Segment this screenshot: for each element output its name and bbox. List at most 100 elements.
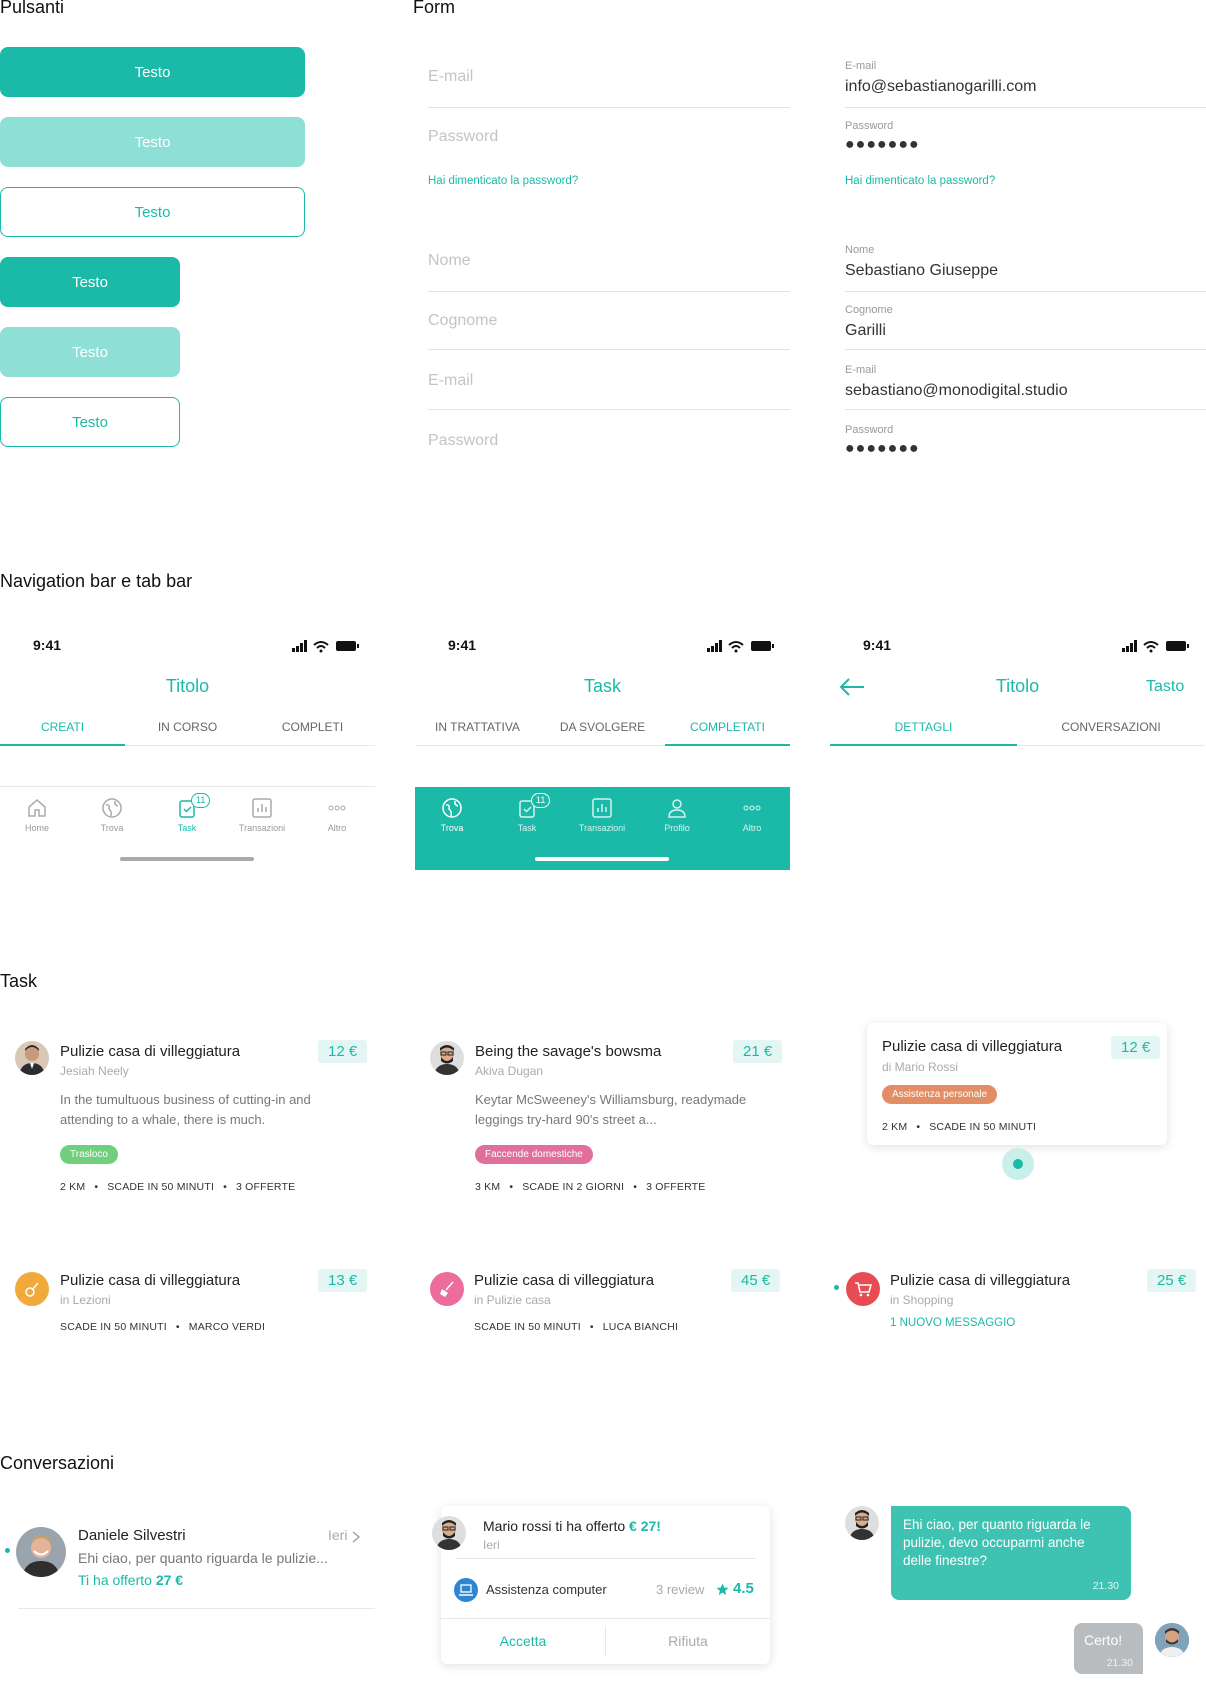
task-tag[interactable]: Faccende domestiche: [475, 1144, 593, 1164]
map-pin-dot: [1013, 1159, 1023, 1169]
cognome-field-filled[interactable]: Cognome Garilli: [845, 304, 1206, 350]
reject-button[interactable]: Rifiuta: [606, 1626, 770, 1656]
tabbar-item-task[interactable]: Task 11: [157, 793, 217, 833]
tabbar-label: Task: [177, 823, 197, 833]
tabbar-item-transazioni[interactable]: Transazioni: [572, 797, 632, 833]
tabbar-label: Altro: [327, 823, 347, 833]
unread-dot: [5, 1548, 10, 1553]
nome-field-filled[interactable]: Nome Sebastiano Giuseppe: [845, 244, 1206, 292]
task-price: 12 €: [1111, 1036, 1161, 1059]
task-description: In the tumultuous business of cutting-in…: [60, 1092, 311, 1127]
primary-button-small[interactable]: Testo: [0, 257, 180, 307]
email-field-filled[interactable]: E-mail info@sebastianogarilli.com: [845, 60, 1206, 108]
outline-button-large[interactable]: Testo: [0, 187, 305, 237]
tab-completati[interactable]: COMPLETATI: [665, 720, 790, 734]
password-field-filled[interactable]: Password ●●●●●●●: [845, 120, 1206, 160]
tab-creati[interactable]: CREATI: [0, 720, 125, 734]
map-pin[interactable]: [1002, 1148, 1034, 1180]
tabbar-item-home[interactable]: Home: [7, 797, 67, 833]
tab-conversazioni[interactable]: CONVERSAZIONI: [1017, 720, 1205, 734]
disabled-button-small[interactable]: Testo: [0, 327, 180, 377]
offer-text: Mario rossi ti ha offerto € 27!: [483, 1518, 661, 1534]
password-label: Password: [845, 120, 894, 132]
task-meta: 3 KM • SCADE IN 2 GIORNI • 3 OFFERTE: [475, 1181, 706, 1193]
task-tag[interactable]: Assistenza personale: [882, 1084, 998, 1104]
status-icons: [1122, 640, 1189, 653]
category-computer-avatar: [454, 1578, 478, 1602]
tab-in-trattativa[interactable]: IN TRATTATIVA: [415, 720, 540, 734]
task-card-popup[interactable]: Pulizie casa di villeggiatura di Mario R…: [867, 1023, 1167, 1145]
email-field-2[interactable]: E-mail: [428, 364, 790, 410]
task-meta: 2 KM • SCADE IN 50 MINUTI: [882, 1121, 1037, 1133]
conversation-name[interactable]: Daniele Silvestri: [78, 1527, 186, 1544]
tabbar-item-task[interactable]: Task 11: [497, 793, 557, 833]
task-title[interactable]: Pulizie casa di villeggiatura: [60, 1272, 240, 1289]
forgot-password-link-filled[interactable]: Hai dimenticato la password?: [845, 175, 995, 187]
offer-text-label: Mario rossi ti ha offerto: [483, 1518, 626, 1534]
conversation-divider: [18, 1608, 375, 1609]
tabbar-item-trova[interactable]: Trova: [82, 797, 142, 833]
tab-da-svolgere[interactable]: DA SVOLGERE: [540, 720, 665, 734]
outgoing-message-time: 21.30: [1106, 1657, 1133, 1669]
section-title-conversazioni: Conversazioni: [0, 1453, 115, 1473]
password-field-2[interactable]: Password: [428, 424, 790, 470]
accept-button[interactable]: Accetta: [441, 1626, 605, 1656]
conversation-offer: Ti ha offerto 27 €: [78, 1572, 183, 1588]
task-tag[interactable]: Trasloco: [60, 1144, 118, 1164]
meta-deadline: SCADE IN 2 GIORNI: [522, 1181, 625, 1193]
password-field-filled-2[interactable]: Password ●●●●●●●: [845, 424, 1206, 464]
outline-button-small[interactable]: Testo: [0, 397, 180, 447]
conversation-preview: Ehi ciao, per quanto riguarda le pulizie…: [78, 1550, 328, 1566]
nav-action-button[interactable]: Tasto: [1146, 678, 1184, 696]
task-title[interactable]: Pulizie casa di villeggiatura: [890, 1272, 1070, 1289]
outgoing-message-bubble: Certo! 21.30: [1074, 1623, 1143, 1674]
nome-field[interactable]: Nome: [428, 244, 790, 292]
email-label: E-mail: [845, 60, 877, 72]
status-bar: 9:41: [863, 637, 1190, 657]
task-description: Keytar McSweeney's Williamsburg, readyma…: [475, 1092, 747, 1127]
nome-placeholder: Nome: [428, 252, 471, 269]
tab-indicator: [830, 744, 1017, 746]
tabbar-item-altro[interactable]: Altro: [722, 797, 782, 833]
password-field[interactable]: Password: [428, 120, 790, 168]
tabbar-item-transazioni[interactable]: Transazioni: [232, 797, 292, 833]
meta-distance: 3 KM: [475, 1181, 501, 1193]
task-title: Pulizie casa di villeggiatura: [882, 1038, 1063, 1055]
tab-completi[interactable]: COMPLETI: [250, 720, 375, 734]
section-title-navigation: Navigation bar e tab bar: [0, 571, 193, 591]
email-value: info@sebastianogarilli.com: [845, 78, 1037, 95]
offer-prefix: Ti ha offerto: [78, 1572, 152, 1588]
tabbar-item-altro[interactable]: Altro: [307, 797, 367, 833]
task-price: 45 €: [731, 1269, 781, 1292]
task-price: 25 €: [1147, 1269, 1197, 1292]
offer-reviews[interactable]: 3 review: [656, 1582, 704, 1597]
task-title[interactable]: Pulizie casa di villeggiatura: [60, 1043, 240, 1060]
meta-offers: 3 OFFERTE: [235, 1181, 296, 1193]
email-field-filled-2[interactable]: E-mail sebastiano@monodigital.studio: [845, 364, 1206, 410]
tabbar-label: Task: [517, 823, 537, 833]
tab-dettagli[interactable]: DETTAGLI: [830, 720, 1017, 734]
tab-in-corso[interactable]: IN CORSO: [125, 720, 250, 734]
forgot-password-link[interactable]: Hai dimenticato la password?: [428, 175, 578, 187]
cognome-field[interactable]: Cognome: [428, 304, 790, 350]
tabbar-item-profilo[interactable]: Profilo: [647, 797, 707, 833]
disabled-button-large[interactable]: Testo: [0, 117, 305, 167]
task-owner: Akiva Dugan: [475, 1064, 544, 1078]
offer-rating: 4.5: [733, 1580, 754, 1597]
primary-button-large[interactable]: Testo: [0, 47, 305, 97]
section-title-pulsanti: Pulsanti: [0, 0, 65, 17]
task-title[interactable]: Pulizie casa di villeggiatura: [474, 1272, 654, 1289]
chevron-right-icon[interactable]: [351, 1530, 361, 1544]
new-message-count[interactable]: 1 NUOVO MESSAGGIO: [890, 1317, 1015, 1329]
tag-label: Faccende domestiche: [475, 1145, 593, 1164]
offer-amount: € 27!: [629, 1518, 661, 1534]
task-title[interactable]: Being the savage's bowsma: [475, 1043, 661, 1060]
tabbar-label: Home: [24, 823, 49, 833]
conversation-time: Ieri: [328, 1527, 348, 1543]
status-bar: 9:41: [33, 637, 360, 657]
chart-icon: [592, 798, 612, 818]
task-category: in Shopping: [890, 1293, 954, 1307]
email-field[interactable]: E-mail: [428, 60, 790, 108]
status-icons: [707, 640, 774, 653]
tabbar-item-trova[interactable]: Trova: [422, 797, 482, 833]
